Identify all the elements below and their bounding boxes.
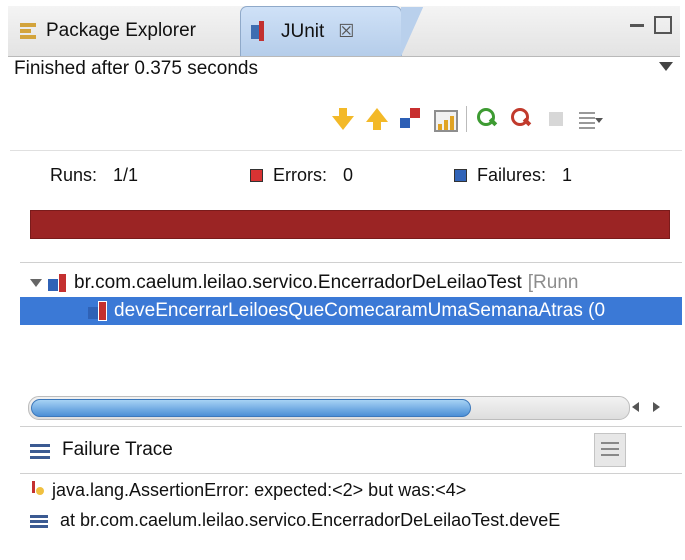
junit-toolbar	[330, 106, 603, 132]
previous-failure-icon[interactable]	[364, 106, 390, 132]
rerun-test-icon[interactable]	[475, 106, 501, 132]
trace-line-text: at br.com.caelum.leilao.servico.Encerrad…	[60, 510, 561, 530]
test-run-history-chart-icon[interactable]	[432, 106, 458, 132]
horizontal-scrollbar[interactable]	[28, 396, 630, 420]
scroll-left-icon[interactable]	[628, 397, 644, 417]
rerun-failed-first-icon[interactable]	[509, 106, 535, 132]
next-failure-icon[interactable]	[330, 106, 356, 132]
junit-icon	[251, 20, 273, 43]
test-counters: Runs: 1/1 Errors: 0 Failures: 1	[10, 150, 682, 201]
failures-counter: Failures: 1	[454, 165, 572, 186]
toolbar-separator	[466, 106, 467, 132]
trace-line[interactable]: at br.com.caelum.leilao.servico.Encerrad…	[20, 510, 560, 531]
trace-line-text: java.lang.AssertionError: expected:<2> b…	[52, 480, 467, 500]
tab-bar: Package Explorer JUnit ☒	[8, 6, 680, 57]
test-progress-bar	[30, 210, 670, 239]
close-icon[interactable]: ☒	[338, 21, 354, 42]
stack-trace-icon	[30, 441, 50, 459]
tab-package-explorer-label: Package Explorer	[46, 20, 196, 41]
failures-value: 1	[562, 165, 573, 185]
tab-package-explorer[interactable]: Package Explorer	[14, 6, 239, 56]
maximize-icon[interactable]	[654, 16, 672, 34]
runs-label: Runs:	[50, 165, 98, 185]
errors-label: Errors:	[273, 165, 327, 185]
minimize-icon[interactable]	[630, 24, 644, 27]
tab-junit[interactable]: JUnit ☒	[240, 6, 423, 56]
suite-name: br.com.caelum.leilao.servico.EncerradorD…	[74, 272, 522, 293]
test-tree: br.com.caelum.leilao.servico.EncerradorD…	[20, 262, 682, 393]
package-explorer-icon	[20, 22, 38, 40]
window-controls	[630, 16, 672, 34]
error-marker-icon	[250, 169, 263, 182]
stack-frame-icon	[30, 513, 48, 529]
junit-view: Package Explorer JUnit ☒ Finished after …	[0, 0, 685, 560]
runs-value: 1/1	[113, 165, 139, 185]
status-message: Finished after 0.375 seconds	[14, 58, 258, 79]
show-failures-only-icon[interactable]	[398, 106, 424, 132]
scroll-right-icon[interactable]	[648, 397, 664, 417]
scroll-buttons	[628, 396, 680, 418]
failure-trace-title: Failure Trace	[62, 439, 173, 460]
runs-counter: Runs: 1/1	[50, 165, 138, 186]
trace-line[interactable]: java.lang.AssertionError: expected:<2> b…	[20, 480, 466, 501]
failure-marker-icon	[454, 169, 467, 182]
failures-label: Failures:	[477, 165, 547, 185]
test-suite-failure-icon	[48, 273, 68, 293]
errors-value: 0	[343, 165, 354, 185]
tree-row-test-selected[interactable]: deveEncerrarLeiloesQueComecaramUmaSemana…	[20, 297, 682, 325]
errors-counter: Errors: 0	[250, 165, 353, 186]
tree-row-suite[interactable]: br.com.caelum.leilao.servico.EncerradorD…	[20, 269, 578, 297]
scrollbar-thumb[interactable]	[31, 399, 471, 417]
failure-trace-header: Failure Trace	[20, 426, 682, 474]
stop-test-icon[interactable]	[543, 106, 569, 132]
expand-arrow-icon[interactable]	[30, 279, 42, 287]
test-failure-icon	[88, 301, 108, 321]
test-name: deveEncerrarLeiloesQueComecaramUmaSemana…	[114, 300, 606, 321]
view-menu-icon[interactable]	[659, 62, 673, 71]
assertion-error-icon	[32, 480, 46, 501]
suite-runner: [Runn	[527, 272, 579, 293]
tab-junit-label: JUnit	[281, 20, 325, 42]
layout-menu-icon[interactable]	[577, 106, 603, 132]
compare-results-icon[interactable]	[594, 433, 626, 467]
